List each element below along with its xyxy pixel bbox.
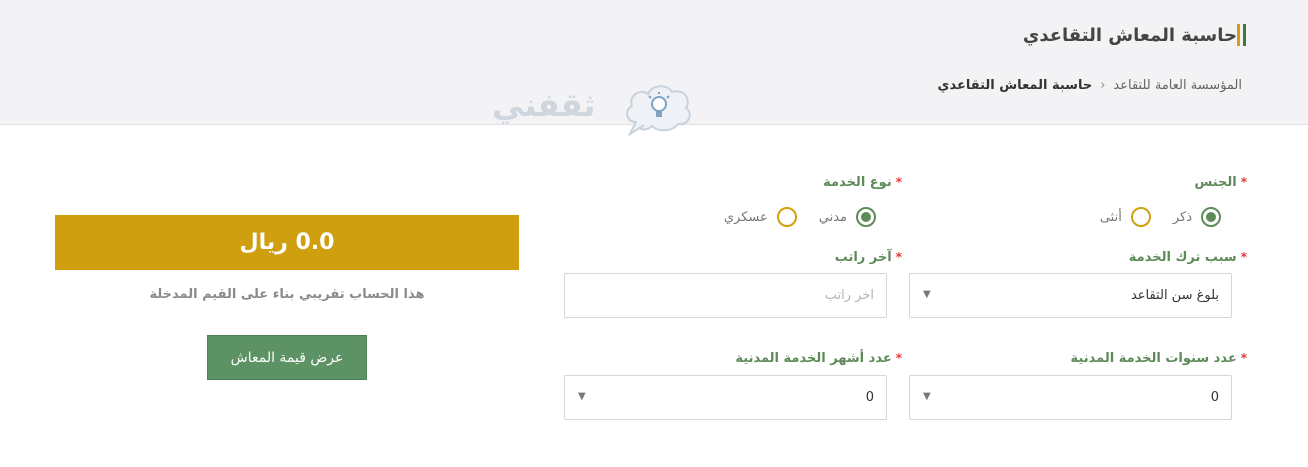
chevron-down-icon: ▼ xyxy=(578,391,586,402)
required-mark: * xyxy=(1240,351,1247,365)
chevron-down-icon: ▼ xyxy=(923,289,931,300)
required-mark: * xyxy=(895,351,902,365)
watermark-text: ثقفني xyxy=(492,86,596,124)
last-salary-label-text: آخر راتب xyxy=(834,250,892,265)
radio-checked[interactable] xyxy=(1201,207,1221,227)
pension-result-display: 0.0 ريال xyxy=(55,215,519,270)
breadcrumb-current: حاسبة المعاش التقاعدي xyxy=(937,78,1093,93)
breadcrumb-separator: ‹ xyxy=(1100,78,1106,93)
service-type-label-text: نوع الخدمة xyxy=(823,175,892,190)
title-accent-bars xyxy=(1237,24,1246,46)
breadcrumb-home[interactable]: المؤسسة العامة للتقاعد xyxy=(1113,78,1242,93)
service-months-value: 0 xyxy=(865,390,874,405)
service-years-label: *عدد سنوات الخدمة المدنية xyxy=(1071,351,1247,366)
gender-option-male[interactable]: ذكر xyxy=(1173,207,1221,227)
title-bar-green xyxy=(1243,24,1246,46)
leave-reason-value: بلوغ سن التقاعد xyxy=(1130,288,1219,303)
gender-option-female[interactable]: أنثى xyxy=(1100,207,1151,227)
gender-option-female-label: أنثى xyxy=(1099,209,1122,225)
leave-reason-label-text: سبب ترك الخدمة xyxy=(1128,250,1237,265)
service-type-radio-group: مدني عسكري xyxy=(724,207,876,227)
service-years-value: 0 xyxy=(1210,390,1219,405)
last-salary-field[interactable] xyxy=(564,273,887,318)
radio-unchecked[interactable] xyxy=(1130,207,1151,227)
service-years-select[interactable]: 0 ▼ xyxy=(909,375,1232,420)
leave-reason-select[interactable]: بلوغ سن التقاعد ▼ xyxy=(909,273,1232,318)
gender-option-male-label: ذكر xyxy=(1172,209,1192,225)
last-salary-input[interactable] xyxy=(577,288,874,303)
required-mark: * xyxy=(1240,175,1247,189)
service-type-option-military-label: عسكري xyxy=(723,209,768,225)
page-title-wrap: حاسبة المعاش التقاعدي xyxy=(1013,22,1246,48)
radio-unchecked[interactable] xyxy=(776,207,797,227)
service-months-label-text: عدد أشهر الخدمة المدنية xyxy=(735,351,892,366)
gender-label: *الجنس xyxy=(1194,175,1247,190)
service-months-label: *عدد أشهر الخدمة المدنية xyxy=(735,351,902,366)
gender-radio-group: ذكر أنثى xyxy=(1100,207,1221,227)
estimate-note: هذا الحساب تقريبي بناء على القيم المدخلة xyxy=(149,287,425,302)
gender-label-text: الجنس xyxy=(1194,175,1237,190)
last-salary-label: *آخر راتب xyxy=(835,250,902,265)
lightbulb-cloud-icon xyxy=(626,85,691,137)
service-months-select[interactable]: 0 ▼ xyxy=(564,375,887,420)
watermark-logo: ثقفني xyxy=(492,82,697,138)
service-type-label: *نوع الخدمة xyxy=(823,175,902,190)
breadcrumb: المؤسسة العامة للتقاعد ‹ حاسبة المعاش ال… xyxy=(938,78,1242,93)
service-type-option-civil[interactable]: مدني xyxy=(819,207,876,227)
show-pension-button[interactable]: عرض قيمة المعاش xyxy=(207,335,367,380)
page-title: حاسبة المعاش التقاعدي xyxy=(1022,24,1237,46)
chevron-down-icon: ▼ xyxy=(923,391,931,402)
service-years-label-text: عدد سنوات الخدمة المدنية xyxy=(1070,351,1237,366)
service-type-option-military[interactable]: عسكري xyxy=(724,207,797,227)
radio-checked[interactable] xyxy=(856,207,876,227)
required-mark: * xyxy=(1240,250,1247,264)
title-bar-gold xyxy=(1237,24,1240,46)
leave-reason-label: *سبب ترك الخدمة xyxy=(1129,250,1247,265)
required-mark: * xyxy=(895,250,902,264)
required-mark: * xyxy=(895,175,902,189)
service-type-option-civil-label: مدني xyxy=(818,209,847,225)
